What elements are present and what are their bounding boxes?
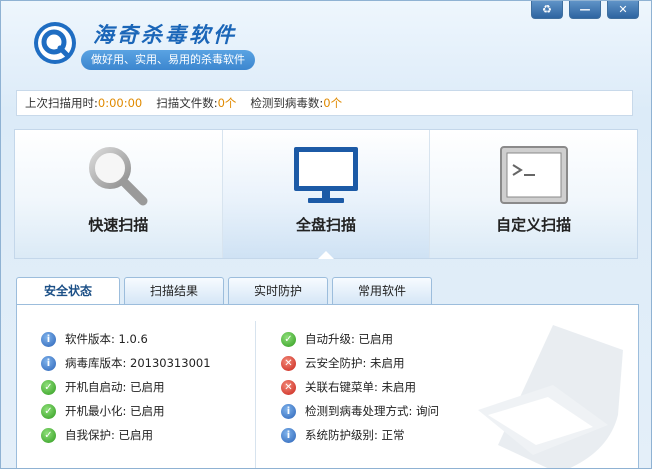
check-icon: ✓ bbox=[281, 331, 296, 347]
tab-scan-results[interactable]: 扫描结果 bbox=[124, 277, 224, 304]
status-row-autostart: ✓ 开机自启动: 已启用 bbox=[41, 375, 211, 399]
status-value: 已启用 bbox=[358, 332, 394, 346]
app-logo-icon bbox=[34, 22, 76, 64]
last-scan-label: 上次扫描用时: bbox=[25, 96, 98, 110]
app-title: 海奇杀毒软件 bbox=[93, 22, 237, 47]
monitor-icon bbox=[294, 147, 358, 203]
status-value: 未启用 bbox=[370, 356, 405, 370]
custom-scan-button[interactable]: 自定义扫描 bbox=[430, 130, 638, 258]
status-value: 已启用 bbox=[130, 380, 165, 394]
status-row-cloud-security: ✕ 云安全防护: 未启用 bbox=[281, 351, 439, 375]
tab-realtime-protection[interactable]: 实时防护 bbox=[228, 277, 328, 304]
app-slogan: 做好用、实用、易用的杀毒软件 bbox=[81, 50, 255, 70]
tab-bar: 安全状态 扫描结果 实时防护 常用软件 bbox=[16, 277, 432, 305]
scan-options-panel: 快速扫描 全盘扫描 自定义扫描 bbox=[14, 129, 638, 259]
viruses-found-value: 0个 bbox=[323, 96, 343, 110]
status-label: 开机自启动: bbox=[65, 380, 127, 394]
minimize-icon: — bbox=[579, 3, 591, 16]
status-label: 关联右键菜单: bbox=[305, 380, 378, 394]
info-icon: i bbox=[281, 427, 296, 443]
error-icon: ✕ bbox=[281, 355, 296, 371]
tab-common-software[interactable]: 常用软件 bbox=[332, 277, 432, 304]
security-status-panel: i 软件版本: 1.0.6 i 病毒库版本: 20130313001 ✓ 开机自… bbox=[16, 304, 639, 468]
status-row-context-menu: ✕ 关联右键菜单: 未启用 bbox=[281, 375, 439, 399]
error-icon: ✕ bbox=[281, 379, 296, 395]
status-value: 20130313001 bbox=[130, 356, 211, 370]
status-label: 软件版本: bbox=[65, 332, 115, 346]
check-icon: ✓ bbox=[41, 403, 56, 419]
status-value: 已启用 bbox=[118, 428, 154, 442]
window-controls: ♻ — ✕ bbox=[531, 1, 639, 19]
quick-scan-button[interactable]: 快速扫描 bbox=[15, 130, 223, 258]
status-row-virus-action: i 检测到病毒处理方式: 询问 bbox=[281, 399, 439, 423]
main-window: 海奇杀毒软件 做好用、实用、易用的杀毒软件 ♻ — ✕ 上次扫描用时: 0:00… bbox=[0, 0, 652, 469]
status-label: 自动升级: bbox=[305, 332, 355, 346]
status-list-left: i 软件版本: 1.0.6 i 病毒库版本: 20130313001 ✓ 开机自… bbox=[41, 327, 211, 447]
status-row-version: i 软件版本: 1.0.6 bbox=[41, 327, 211, 351]
status-row-minimize-on-start: ✓ 开机最小化: 已启用 bbox=[41, 399, 211, 423]
scan-stats-bar: 上次扫描用时: 0:00:00 扫描文件数: 0个 检测到病毒数: 0个 bbox=[16, 90, 633, 116]
quick-scan-label: 快速扫描 bbox=[88, 216, 149, 234]
status-row-virus-db: i 病毒库版本: 20130313001 bbox=[41, 351, 211, 375]
full-scan-label: 全盘扫描 bbox=[296, 216, 357, 234]
status-label: 开机最小化: bbox=[65, 404, 127, 418]
status-row-self-protection: ✓ 自我保护: 已启用 bbox=[41, 423, 211, 447]
last-scan-value: 0:00:00 bbox=[97, 96, 143, 110]
custom-scan-label: 自定义扫描 bbox=[496, 216, 572, 234]
status-value: 1.0.6 bbox=[118, 332, 148, 346]
recycle-icon: ♻ bbox=[542, 3, 552, 16]
info-icon: i bbox=[41, 355, 56, 371]
terminal-icon bbox=[499, 146, 568, 204]
status-value: 正常 bbox=[381, 428, 405, 442]
viruses-found-label: 检测到病毒数: bbox=[250, 96, 324, 110]
status-label: 自我保护: bbox=[65, 428, 115, 442]
status-row-auto-update: ✓ 自动升级: 已启用 bbox=[281, 327, 439, 351]
check-icon: ✓ bbox=[41, 427, 56, 443]
close-icon: ✕ bbox=[618, 3, 628, 16]
shield-watermark-icon bbox=[478, 325, 623, 468]
tab-security-status[interactable]: 安全状态 bbox=[16, 277, 120, 305]
status-label: 病毒库版本: bbox=[65, 356, 127, 370]
column-divider bbox=[255, 321, 256, 468]
skin-button[interactable]: ♻ bbox=[531, 1, 563, 19]
info-icon: i bbox=[281, 403, 296, 419]
status-label: 检测到病毒处理方式: bbox=[305, 404, 413, 418]
status-value: 已启用 bbox=[130, 404, 165, 418]
check-icon: ✓ bbox=[41, 379, 56, 395]
magnifier-icon bbox=[89, 147, 148, 206]
status-list-right: ✓ 自动升级: 已启用 ✕ 云安全防护: 未启用 ✕ 关联右键菜单: 未启用 i… bbox=[281, 327, 439, 447]
selected-caret bbox=[318, 251, 334, 259]
minimize-button[interactable]: — bbox=[569, 1, 601, 19]
info-icon: i bbox=[41, 331, 56, 347]
full-scan-button[interactable]: 全盘扫描 bbox=[222, 130, 431, 259]
files-scanned-label: 扫描文件数: bbox=[156, 96, 218, 110]
status-value: 未启用 bbox=[381, 380, 417, 394]
status-label: 系统防护级别: bbox=[305, 428, 378, 442]
close-button[interactable]: ✕ bbox=[607, 1, 639, 19]
files-scanned-value: 0个 bbox=[217, 96, 237, 110]
status-row-protection-level: i 系统防护级别: 正常 bbox=[281, 423, 439, 447]
status-value: 询问 bbox=[416, 404, 440, 418]
status-label: 云安全防护: bbox=[305, 356, 367, 370]
